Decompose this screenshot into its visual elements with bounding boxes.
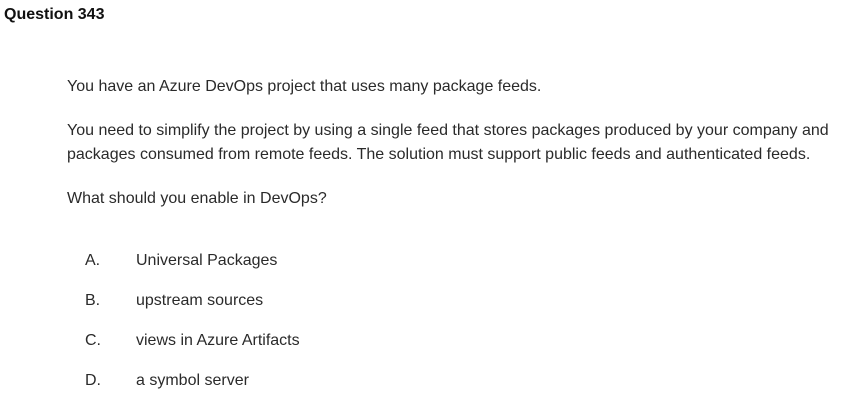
answer-options-list: A. Universal Packages B. upstream source… — [0, 0, 864, 408]
option-text: Universal Packages — [136, 252, 278, 269]
option-letter: C. — [85, 332, 101, 349]
option-text: views in Azure Artifacts — [136, 332, 300, 349]
option-text: upstream sources — [136, 292, 264, 309]
option-letter: B. — [85, 292, 101, 309]
option-letter: A. — [85, 252, 101, 269]
option-text: a symbol server — [136, 372, 249, 389]
option-letter: D. — [85, 372, 101, 389]
